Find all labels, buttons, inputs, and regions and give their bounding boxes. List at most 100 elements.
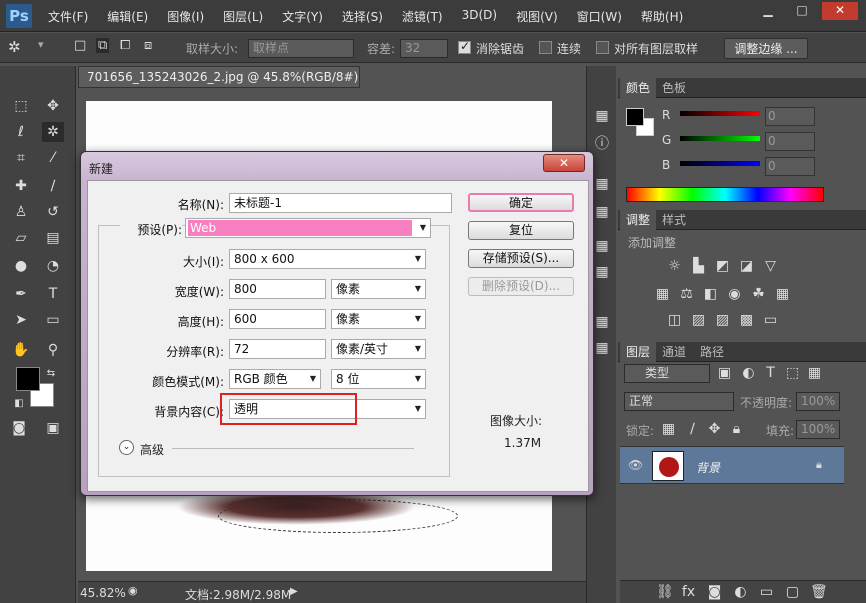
layer-mask-icon[interactable]: ◙	[706, 584, 723, 601]
color-spectrum-bar[interactable]	[626, 187, 824, 202]
layer-style-icon[interactable]: fx	[680, 584, 697, 601]
chevron-down-icon[interactable]: ▾	[38, 38, 44, 51]
path-select-icon[interactable]: ➤	[10, 310, 32, 330]
new-adjustment-icon[interactable]: ◐	[732, 584, 749, 601]
add-selection-icon[interactable]: ⧉	[96, 38, 110, 53]
menu-layer[interactable]: 图层(L)	[223, 8, 263, 25]
color-lookup-icon[interactable]: ▦	[774, 286, 791, 303]
filter-shape-icon[interactable]: ⬚	[784, 365, 801, 382]
menu-image[interactable]: 图像(I)	[167, 8, 204, 25]
lock-transparent-icon[interactable]: ▦	[660, 421, 677, 438]
pen-tool-icon[interactable]: ✒	[10, 284, 32, 304]
visibility-eye-icon[interactable]: 👁︎	[628, 458, 643, 472]
gradient-tool-icon[interactable]: ▤	[42, 228, 64, 248]
channel-g-value[interactable]: 0	[765, 132, 815, 151]
filter-smart-icon[interactable]: ▦	[806, 365, 823, 382]
crop-tool-icon[interactable]: ⌗	[10, 148, 32, 168]
blur-tool-icon[interactable]: ●	[10, 256, 32, 276]
balance-icon[interactable]: ⚖	[678, 286, 695, 303]
history-brush-icon[interactable]: ↺	[42, 202, 64, 222]
channel-r-value[interactable]: 0	[765, 107, 815, 126]
close-window-button[interactable]: ✕	[822, 2, 858, 20]
ok-button[interactable]: 确定	[468, 193, 574, 212]
info-icon[interactable]: ⓘ	[591, 134, 613, 154]
height-input[interactable]: 600	[229, 309, 326, 329]
delete-layer-icon[interactable]: 🗑︎	[810, 584, 828, 601]
actions-icon[interactable]: ▦	[591, 338, 613, 358]
selective-color-icon[interactable]: ▩	[738, 312, 755, 329]
character-icon[interactable]: ▦	[591, 236, 613, 256]
curves-icon[interactable]: ◩	[714, 258, 731, 275]
menu-select[interactable]: 选择(S)	[342, 8, 383, 25]
screen-mode-icon[interactable]: ▣	[42, 418, 64, 438]
contiguous-checkbox[interactable]	[539, 41, 552, 54]
refine-edge-button[interactable]: 调整边缘 ...	[724, 38, 808, 59]
zoom-tool-icon[interactable]: ⚲	[42, 340, 64, 360]
default-colors-icon[interactable]: ◧	[8, 394, 30, 414]
channel-g-slider[interactable]	[680, 136, 760, 141]
photo-filter-icon[interactable]: ◉	[726, 286, 743, 303]
document-tab[interactable]: 701656_135243026_2.jpg @ 45.8%(RGB/8#) *	[78, 66, 360, 88]
name-input[interactable]: 未标题-1	[229, 193, 452, 213]
posterize-icon[interactable]: ▨	[690, 312, 707, 329]
tab-color[interactable]: 颜色	[620, 78, 657, 98]
size-select[interactable]: 800 x 600	[229, 249, 426, 269]
menu-help[interactable]: 帮助(H)	[641, 8, 683, 25]
lock-all-icon[interactable]: 🔒︎	[728, 421, 745, 438]
delete-preset-button[interactable]: 删除预设(D)...	[468, 277, 574, 296]
height-unit-select[interactable]: 像素	[331, 309, 426, 329]
swap-colors-icon[interactable]: ⇆	[40, 364, 62, 384]
minimize-button[interactable]: ▁	[754, 2, 782, 20]
sample-size-select[interactable]: 取样点	[248, 39, 354, 58]
filter-adjust-icon[interactable]: ◐	[740, 365, 757, 382]
menu-filter[interactable]: 滤镜(T)	[402, 8, 443, 25]
dialog-close-button[interactable]: ✕	[543, 154, 585, 172]
brightness-icon[interactable]: ☼	[666, 258, 683, 275]
menu-view[interactable]: 视图(V)	[516, 8, 558, 25]
chevron-down-icon[interactable]: ⌄	[119, 440, 134, 455]
subtract-selection-icon[interactable]: ⧠	[120, 38, 130, 53]
quick-mask-icon[interactable]: ◙	[8, 418, 30, 438]
menu-window[interactable]: 窗口(W)	[577, 8, 622, 25]
tab-channels[interactable]: 通道	[656, 342, 692, 362]
menu-file[interactable]: 文件(F)	[48, 8, 88, 25]
width-unit-select[interactable]: 像素	[331, 279, 426, 299]
filter-type-icon[interactable]: T	[762, 365, 779, 382]
invert-icon[interactable]: ◫	[666, 312, 683, 329]
channel-mixer-icon[interactable]: ☘	[750, 286, 767, 303]
lock-position-icon[interactable]: ✥	[706, 421, 723, 438]
magic-wand-tool-icon[interactable]: ✲	[42, 122, 64, 142]
menu-type[interactable]: 文字(Y)	[282, 8, 323, 25]
all-layers-checkbox[interactable]	[596, 41, 609, 54]
tolerance-input[interactable]: 32	[400, 39, 448, 58]
tab-adjustments[interactable]: 调整	[620, 210, 657, 230]
channel-b-value[interactable]: 0	[765, 157, 815, 176]
brush-panel-icon[interactable]: ▦	[591, 202, 613, 222]
bit-depth-select[interactable]: 8 位	[331, 369, 426, 389]
magic-wand-icon[interactable]: ✲	[8, 38, 21, 56]
reset-button[interactable]: 复位	[468, 221, 574, 240]
lasso-tool-icon[interactable]: ℓ	[10, 122, 32, 142]
tab-paths[interactable]: 路径	[694, 342, 730, 362]
bw-icon[interactable]: ◧	[702, 286, 719, 303]
fg-color-chip[interactable]	[626, 108, 644, 126]
antialias-checkbox[interactable]	[458, 39, 471, 54]
new-selection-icon[interactable]: □	[74, 38, 86, 53]
clone-stamp-icon[interactable]: ♙	[10, 202, 32, 222]
shape-tool-icon[interactable]: ▭	[42, 310, 64, 330]
status-arrow-icon[interactable]: ▶	[290, 586, 298, 597]
history-icon[interactable]: ▦	[591, 106, 613, 126]
advanced-label[interactable]: 高级	[140, 441, 164, 458]
blend-mode-select[interactable]: 正常	[624, 392, 734, 411]
brush-preset-icon[interactable]: ▦	[591, 174, 613, 194]
channel-r-slider[interactable]	[680, 111, 760, 116]
intersect-selection-icon[interactable]: ⧈	[144, 38, 152, 53]
opacity-input[interactable]: 100%	[796, 392, 840, 411]
width-input[interactable]: 800	[229, 279, 326, 299]
layer-filter-select[interactable]: 类型	[624, 364, 710, 383]
tab-layers[interactable]: 图层	[620, 342, 657, 362]
vibrance-icon[interactable]: ▽	[762, 258, 779, 275]
status-menu-icon[interactable]: ◉	[128, 584, 138, 597]
move-tool-icon[interactable]: ✥	[42, 96, 64, 116]
eraser-tool-icon[interactable]: ▱	[10, 228, 32, 248]
